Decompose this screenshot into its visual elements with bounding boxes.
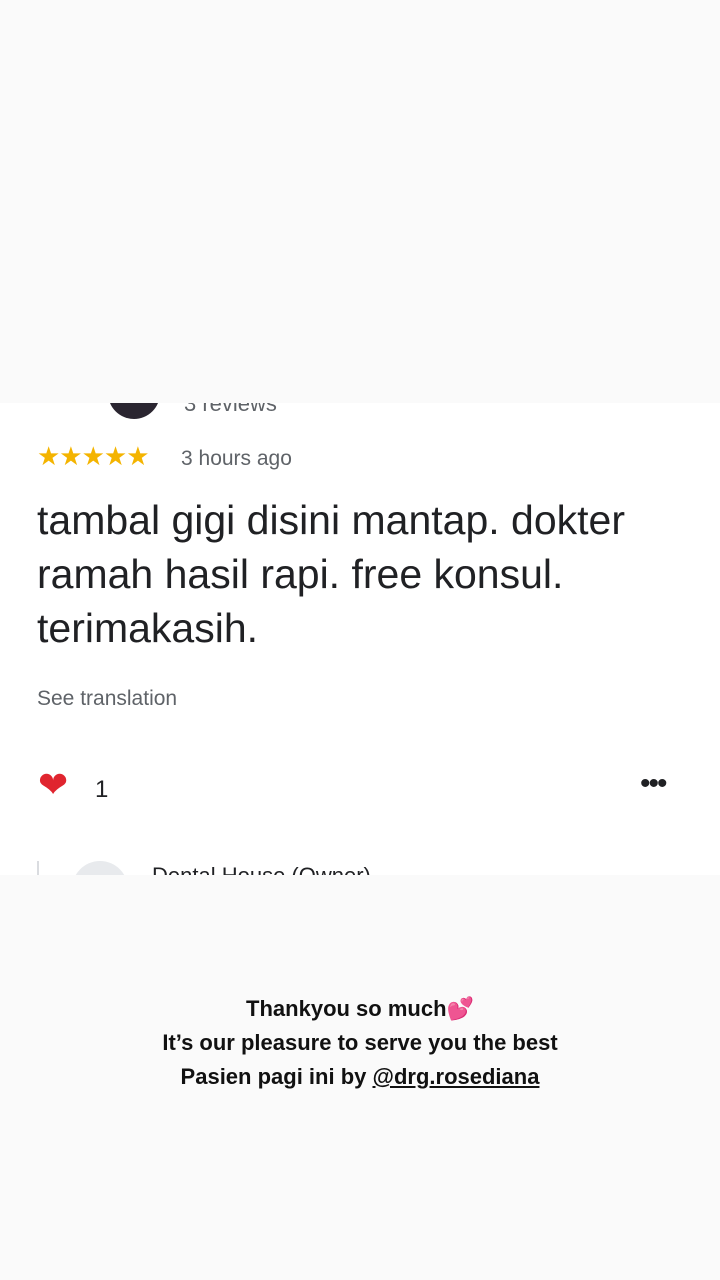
hearts-emoji-icon: 💕	[446, 996, 474, 1021]
story-caption: Thankyou so much💕 It’s our pleasure to s…	[0, 992, 720, 1094]
reply-divider	[37, 861, 39, 875]
caption-line-3: Pasien pagi ini by @drg.rosediana	[0, 1060, 720, 1094]
like-count: 1	[95, 776, 109, 803]
review-text: tambal gigi disini mantap. dokter ramah …	[37, 497, 625, 651]
caption-text-3: Pasien pagi ini by	[180, 1064, 373, 1089]
see-translation-link[interactable]: See translation	[37, 687, 177, 711]
heart-icon[interactable]: ❤	[38, 767, 68, 803]
avatar[interactable]	[108, 403, 160, 419]
caption-line-2: It’s our pleasure to serve you the best	[162, 1030, 558, 1055]
reviewer-review-count: 3 reviews	[184, 403, 277, 416]
owner-avatar	[72, 861, 128, 875]
caption-line-1: Thankyou so much💕	[0, 992, 720, 1026]
review-timestamp: 3 hours ago	[181, 447, 292, 470]
more-options-button[interactable]: •••	[640, 769, 667, 799]
owner-name: Dental House (Owner)	[152, 863, 371, 875]
mention-link[interactable]: @drg.rosediana	[373, 1064, 540, 1089]
review-card: 3 reviews ★★★★★ 3 hours ago tambal gigi …	[0, 403, 720, 875]
star-rating: ★★★★★	[37, 441, 150, 471]
caption-text-1: Thankyou so much	[246, 996, 447, 1021]
